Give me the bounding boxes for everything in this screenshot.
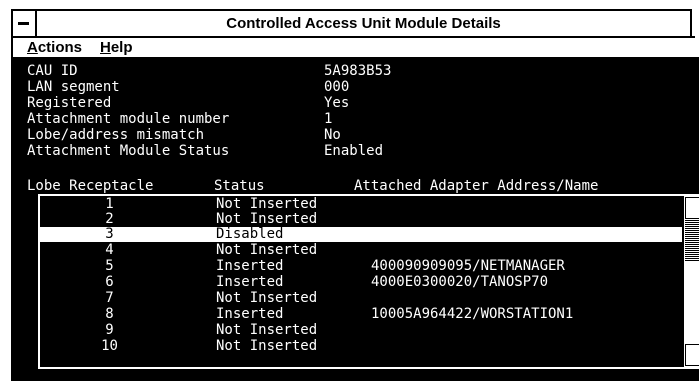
cau-details-window: Controlled Access Unit Module Details Ac… [0,0,699,381]
table-row[interactable]: 1 Not Inserted [40,197,682,212]
field-label-lobe-address-mismatch: Lobe/address mismatch [27,127,205,143]
scroll-thumb[interactable] [685,219,699,261]
scroll-up-icon[interactable] [685,197,699,219]
table-row[interactable]: 9 Not Inserted [40,323,682,338]
field-value-lobe-address-mismatch: No [324,127,341,143]
table-row[interactable]: 10 Not Inserted [40,339,682,354]
table-row[interactable]: 2 Not Inserted [40,212,682,227]
field-value-attachment-module-status: Enabled [324,143,384,159]
field-value-attachment-module-number: 1 [324,111,333,127]
menu-help[interactable]: Help [100,39,133,56]
field-value-registered: Yes [324,95,350,111]
scroll-down-icon[interactable] [685,344,699,366]
table-row[interactable]: 4 Not Inserted [40,243,682,258]
system-menu-icon[interactable] [13,11,37,36]
table-row-selected[interactable]: 3 Disabled [40,227,682,242]
details-panel: CAU ID 5A983B53 LAN segment 000 Register… [11,57,699,381]
column-header-status: Status [214,178,265,194]
table-row[interactable]: 8 Inserted 10005A964422/WORSTATION1 [40,307,682,322]
menu-actions[interactable]: Actions [27,39,82,56]
table-row[interactable]: 7 Not Inserted [40,291,682,306]
field-value-cau-id: 5A983B53 [324,63,392,79]
field-label-lan-segment: LAN segment [27,79,120,95]
field-value-lan-segment: 000 [324,79,350,95]
vertical-scrollbar[interactable] [682,196,699,367]
table-row[interactable]: 5 Inserted 400090909095/NETMANAGER [40,259,682,274]
field-label-cau-id: CAU ID [27,63,78,79]
field-label-attachment-module-status: Attachment Module Status [27,143,230,159]
column-header-address: Attached Adapter Address/Name [354,178,599,194]
field-label-registered: Registered [27,95,112,111]
column-header-lobe: Lobe Receptacle [27,178,154,194]
title-bar[interactable]: Controlled Access Unit Module Details [11,9,692,36]
window-bottom-edge [13,369,699,381]
table-row[interactable]: 6 Inserted 4000E0300020/TANOSP70 [40,275,682,290]
lobe-list[interactable]: 1 Not Inserted 2 Not Inserted 3 Disabled 4N… [38,194,699,369]
window-title: Controlled Access Unit Module Details [226,15,501,32]
menu-bar: Actions Help [11,36,695,57]
field-label-attachment-module-number: Attachment module number [27,111,230,127]
